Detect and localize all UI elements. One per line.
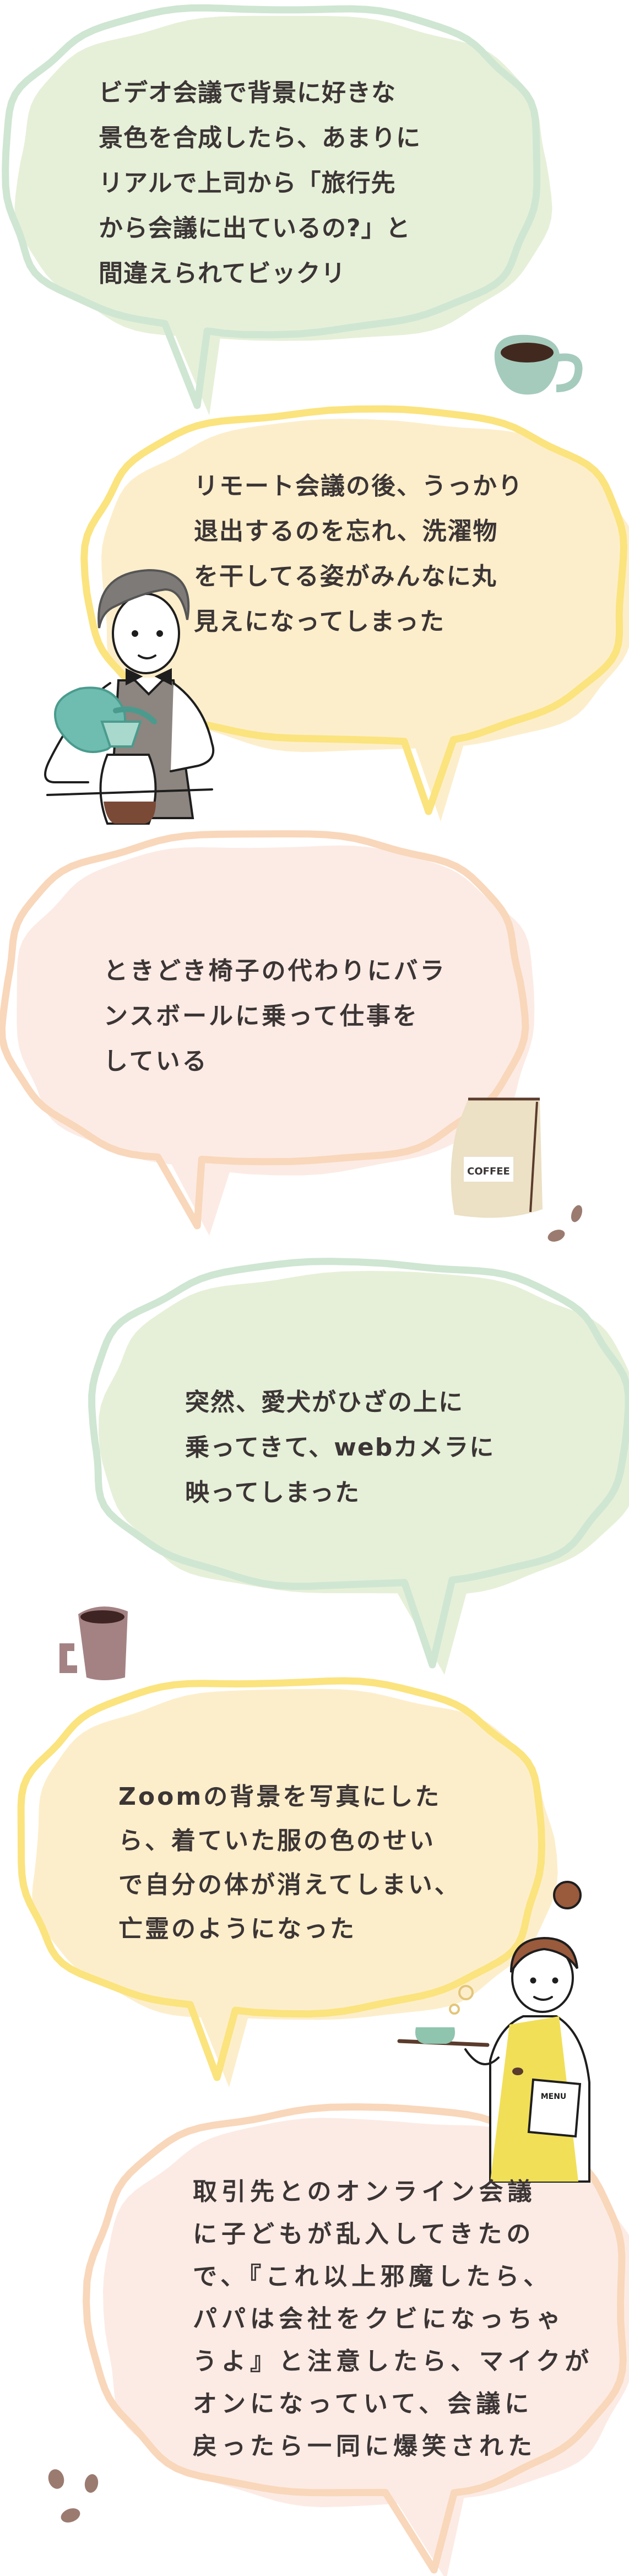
- bubble-text-line: 突然、愛犬がひざの上に: [185, 1388, 464, 1416]
- coffee-beans-icon: [48, 2469, 99, 2523]
- bubble-text-line: 退出するのを忘れ、洗濯物: [194, 517, 498, 545]
- coffee-bag-label: COFFEE: [467, 1166, 510, 1177]
- bubble-text-line: リアルで上司から「旅行先: [99, 169, 396, 197]
- bubble-text-line: に子どもが乱入してきたの: [193, 2220, 535, 2248]
- bubble-text-line: で、『これ以上邪魔したら、: [193, 2263, 552, 2291]
- bubble-text-line: を干してる姿がみんなに丸: [194, 562, 497, 591]
- bubble-text-line: 乗ってきて、webカメラに: [185, 1433, 495, 1462]
- bubble-text-line: ときどき椅子の代わりにバラ: [104, 957, 447, 985]
- bubble-text-line: ら、着ていた服の色のせい: [118, 1827, 436, 1855]
- bubble-text-line: うよ』と注意したら、マイクが: [193, 2347, 594, 2375]
- bubble-text-line: 戻ったら一同に爆笑された: [193, 2432, 536, 2460]
- teal-coffee-cup-icon: [494, 334, 583, 395]
- coffee-bag-icon: COFFEE: [451, 1097, 543, 1218]
- bubble-text-line: 見えになってしまった: [194, 608, 446, 636]
- barista-pouring-coffee-icon: [44, 569, 215, 825]
- bubble-text-line: ンスボールに乗って仕事を: [104, 1002, 419, 1030]
- bubble-text-line: から会議に出ているの?」と: [99, 214, 411, 242]
- bubble-text-6: 取引先とのオンライン会議 に子どもが乱入してきたの で、『これ以上邪魔したら、 パパは…: [193, 2171, 593, 2467]
- bubble-text-line: パパは会社をクビになっちゃ: [193, 2305, 565, 2333]
- bubble-text-line: Zoomの背景を写真にした: [118, 1783, 442, 1811]
- bubble-text-line: 間違えられてビックリ: [99, 259, 346, 288]
- bubble-text-line: 景色を合成したら、あまりに: [99, 124, 421, 152]
- bubble-text-2: リモート会議の後、うっかり 退出するのを忘れ、洗濯物 を干してる姿がみんなに丸 見えに…: [194, 464, 523, 645]
- bubble-text-line: 亡霊のようになった: [118, 1915, 356, 1943]
- coffee-beans-icon: [547, 1205, 583, 1242]
- bubble-text-line: 取引先とのオンライン会議: [193, 2178, 536, 2206]
- bubble-text-line: で自分の体が消えてしまい、: [118, 1871, 461, 1899]
- bubble-text-4: 突然、愛犬がひざの上に乗ってきて、webカメラに 映ってしまった: [185, 1380, 495, 1516]
- menu-card-label: MENU: [541, 2092, 567, 2101]
- bubble-text-1: ビデオ会議で背景に好きな 景色を合成したら、あまりに リアルで上司から「旅行先 から会…: [99, 71, 421, 296]
- bubble-text-line: オンになっていて、会議に: [193, 2390, 534, 2418]
- bubble-text-3: ときどき椅子の代わりにバラ ンスボールに乗って仕事を している: [104, 949, 447, 1084]
- bubble-text-line: リモート会議の後、うっかり: [194, 472, 523, 500]
- mauve-mug-icon: [59, 1606, 128, 1680]
- bubble-text-line: している: [104, 1047, 209, 1075]
- bubble-text-5: Zoomの背景を写真にした ら、着ていた服の色のせい で自分の体が消えてしまい、 亡霊…: [118, 1775, 461, 1951]
- bubble-text-line: ビデオ会議で背景に好きな: [99, 79, 396, 107]
- bubble-text-line: 映ってしまった: [185, 1479, 361, 1507]
